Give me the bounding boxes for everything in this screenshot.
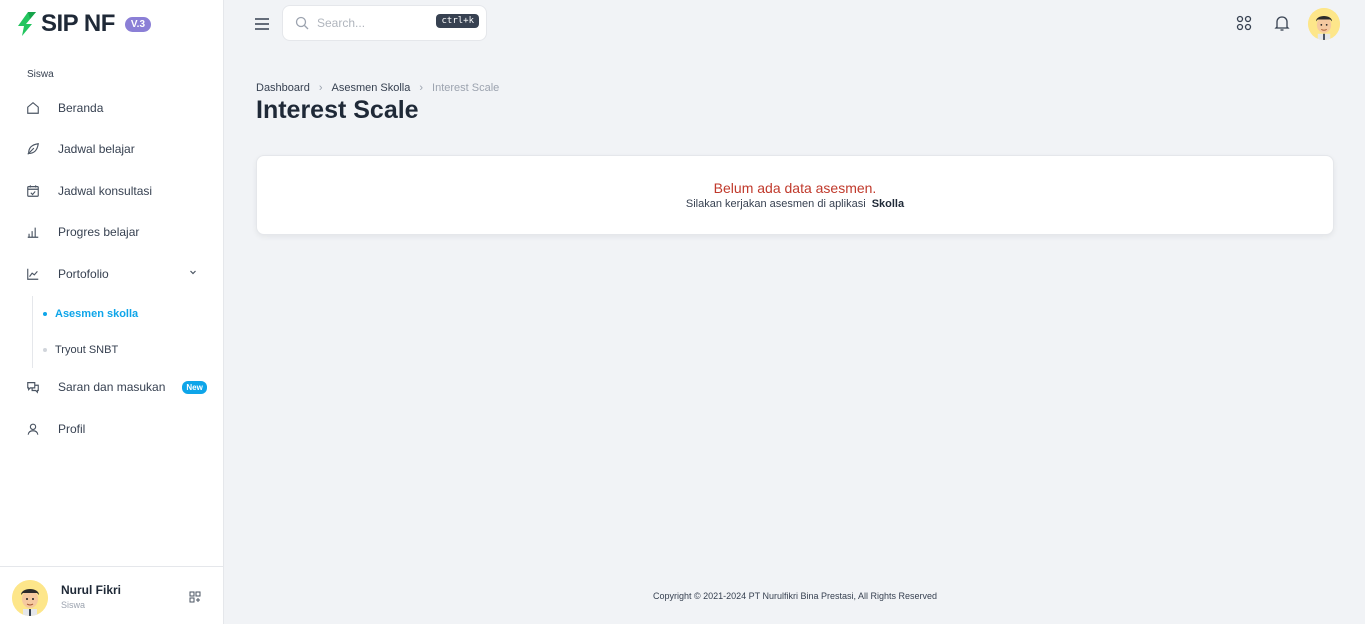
brand-name: SIP NF: [41, 10, 115, 37]
bullet-icon: [43, 312, 47, 316]
breadcrumb-asesmen-skolla[interactable]: Asesmen Skolla: [332, 82, 411, 94]
footer-copyright: Copyright © 2021-2024 PT Nurulfikri Bina…: [652, 591, 938, 601]
user-role: Siswa: [61, 600, 86, 610]
bell-icon[interactable]: [1273, 14, 1291, 32]
search-icon: [295, 16, 309, 30]
search-shortcut-badge: ctrl+k: [436, 14, 479, 28]
search-input[interactable]: [317, 16, 427, 30]
version-badge: V.3: [124, 16, 152, 32]
breadcrumb: Dashboard › Asesmen Skolla › Interest Sc…: [256, 82, 499, 94]
brand[interactable]: SIP NF V.3: [18, 10, 152, 38]
sidebar-item-label: Progres belajar: [58, 225, 140, 239]
empty-state-title: Belum ada data asesmen.: [713, 180, 877, 196]
chat-icon: [25, 379, 41, 395]
menu-toggle-icon[interactable]: [253, 15, 271, 33]
sidebar-item-label: Jadwal belajar: [58, 142, 135, 156]
bullet-icon: [43, 348, 47, 352]
sidebar-item-label: Jadwal konsultasi: [58, 184, 153, 198]
sidebar-item-saran-dan-masukan[interactable]: Saran dan masukan New: [18, 372, 208, 402]
sidebar-item-label: Profil: [58, 422, 86, 436]
empty-state-card: Belum ada data asesmen. Silakan kerjakan…: [256, 155, 1334, 235]
header-avatar[interactable]: [1308, 8, 1340, 40]
bar-chart-icon: [25, 224, 41, 240]
sidebar-item-profil[interactable]: Profil: [18, 414, 208, 444]
search-box[interactable]: ctrl+k: [282, 5, 487, 41]
sidebar: SIP NF V.3 Siswa Beranda Jadwal belajar …: [0, 0, 224, 624]
sidebar-item-jadwal-belajar[interactable]: Jadwal belajar: [18, 134, 208, 164]
chevron-right-icon: ›: [419, 82, 424, 94]
submenu-divider: [32, 296, 33, 368]
sidebar-item-progres-belajar[interactable]: Progres belajar: [18, 217, 208, 247]
chevron-right-icon: ›: [318, 82, 323, 94]
submenu-item-tryout-snbt[interactable]: Tryout SNBT: [43, 344, 119, 356]
sidebar-item-portofolio[interactable]: Portofolio: [18, 259, 208, 289]
chevron-down-icon[interactable]: [188, 267, 198, 277]
empty-state-description: Silakan kerjakan asesmen di aplikasi Sko…: [257, 198, 1333, 210]
user-name: Nurul Fikri: [61, 583, 122, 597]
line-chart-icon: [25, 266, 41, 282]
avatar: [12, 580, 48, 616]
submenu-item-label: Asesmen skolla: [55, 308, 139, 320]
new-badge: New: [182, 380, 207, 394]
user-profile-bar[interactable]: Nurul Fikri Siswa: [0, 566, 224, 624]
submenu-item-label: Tryout SNBT: [55, 344, 119, 356]
empty-state-text: Silakan kerjakan asesmen di aplikasi: [685, 198, 866, 210]
breadcrumb-dashboard[interactable]: Dashboard: [256, 82, 310, 94]
sidebar-item-jadwal-konsultasi[interactable]: Jadwal konsultasi: [18, 176, 208, 206]
leaf-icon: [25, 141, 41, 157]
sidebar-item-label: Beranda: [58, 101, 104, 115]
section-label: Siswa: [27, 69, 54, 80]
breadcrumb-current: Interest Scale: [432, 82, 500, 94]
switch-account-icon[interactable]: [189, 591, 201, 603]
sidebar-item-label: Portofolio: [58, 267, 109, 281]
empty-state-app-name: Skolla: [871, 198, 905, 210]
submenu-item-asesmen-skolla[interactable]: Asesmen skolla: [43, 308, 139, 320]
sidebar-item-label: Saran dan masukan: [58, 380, 166, 394]
home-icon: [25, 100, 41, 116]
logo-icon: [18, 12, 36, 36]
apps-grid-icon[interactable]: [1235, 14, 1253, 32]
user-icon: [25, 421, 41, 437]
calendar-check-icon: [25, 183, 41, 199]
page-title: Interest Scale: [256, 96, 419, 124]
sidebar-item-beranda[interactable]: Beranda: [18, 93, 208, 123]
